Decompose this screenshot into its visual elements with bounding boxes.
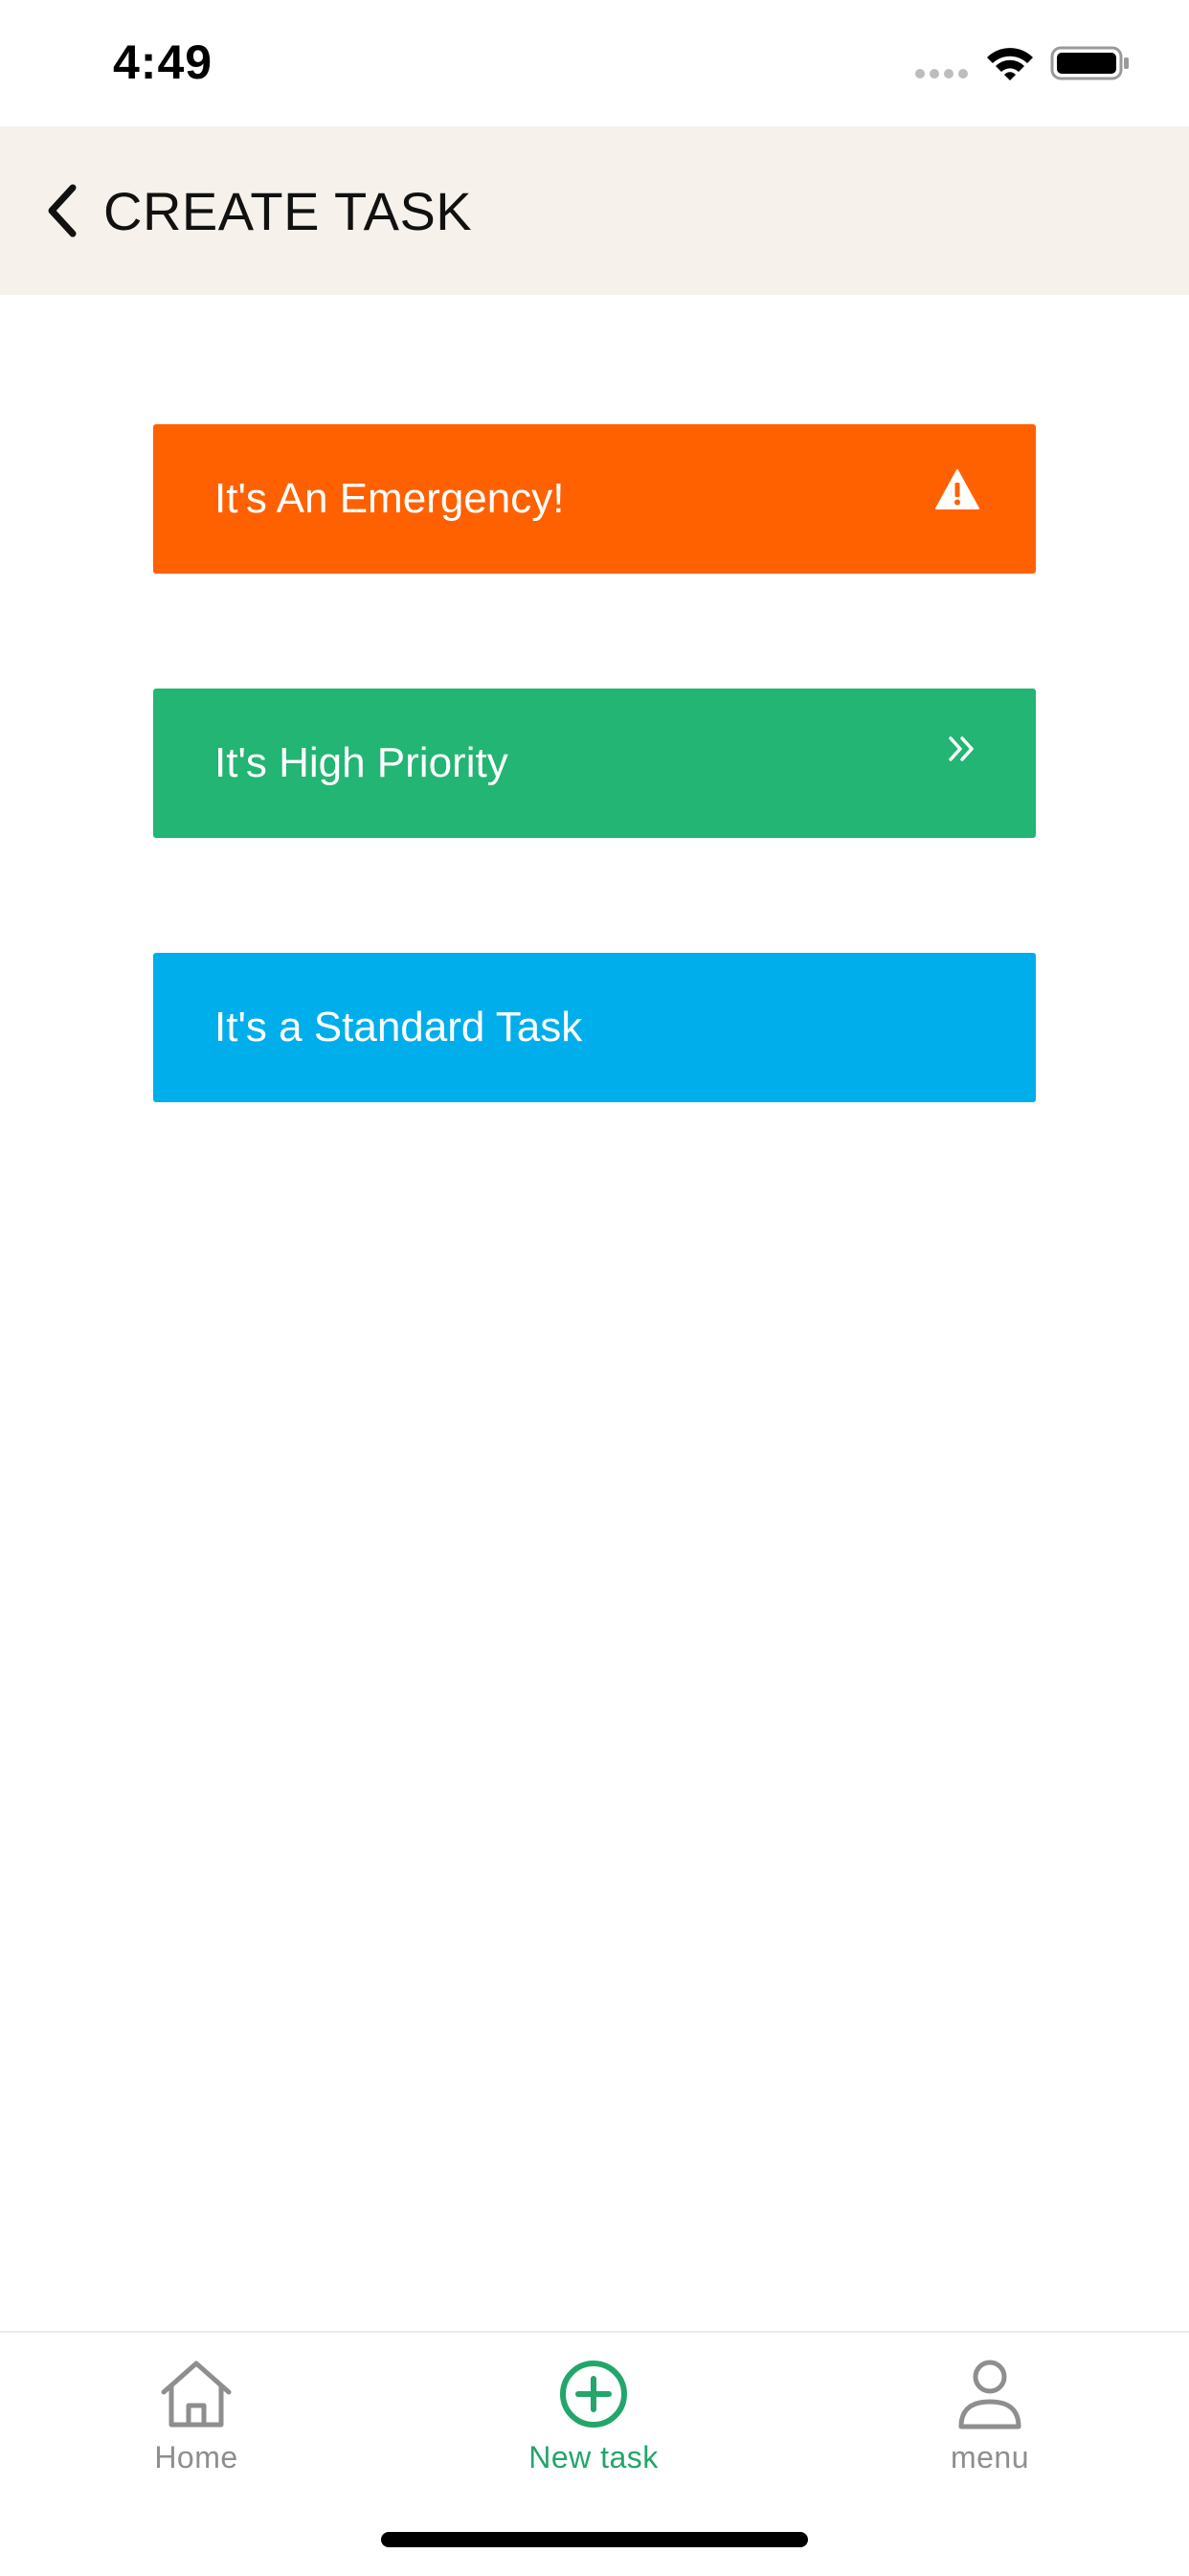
tab-new-task[interactable]: New task — [450, 2333, 737, 2515]
tab-new-task-label: New task — [528, 2440, 659, 2474]
warning-icon — [935, 469, 979, 509]
battery-icon — [1050, 46, 1129, 80]
user-icon — [958, 2360, 1021, 2429]
page-title: CREATE TASK — [103, 181, 473, 241]
header-bar: CREATE TASK — [0, 126, 1189, 295]
tab-menu[interactable]: menu — [846, 2333, 1133, 2515]
chevron-left-icon — [48, 184, 77, 237]
back-button[interactable] — [27, 174, 100, 247]
standard-task-button[interactable]: It's a Standard Task — [153, 953, 1036, 1102]
emergency-task-label: It's An Emergency! — [214, 475, 565, 522]
status-bar: 4:49 — [0, 0, 1189, 126]
high-priority-task-button[interactable]: It's High Priority — [153, 689, 1036, 838]
home-icon — [161, 2361, 232, 2428]
emergency-task-button[interactable]: It's An Emergency! — [153, 424, 1036, 574]
standard-task-label: It's a Standard Task — [214, 1004, 583, 1051]
high-priority-task-label: It's High Priority — [214, 739, 508, 786]
double-chevron-right-icon — [949, 736, 974, 761]
tab-home[interactable]: Home — [53, 2333, 340, 2515]
tab-menu-label: menu — [950, 2440, 1030, 2474]
tab-home-label: Home — [154, 2440, 238, 2474]
wifi-icon — [987, 48, 1033, 80]
home-indicator — [381, 2532, 808, 2547]
status-time: 4:49 — [113, 35, 213, 89]
plus-circle-icon — [560, 2361, 627, 2428]
cellular-signal-icon — [915, 69, 968, 79]
